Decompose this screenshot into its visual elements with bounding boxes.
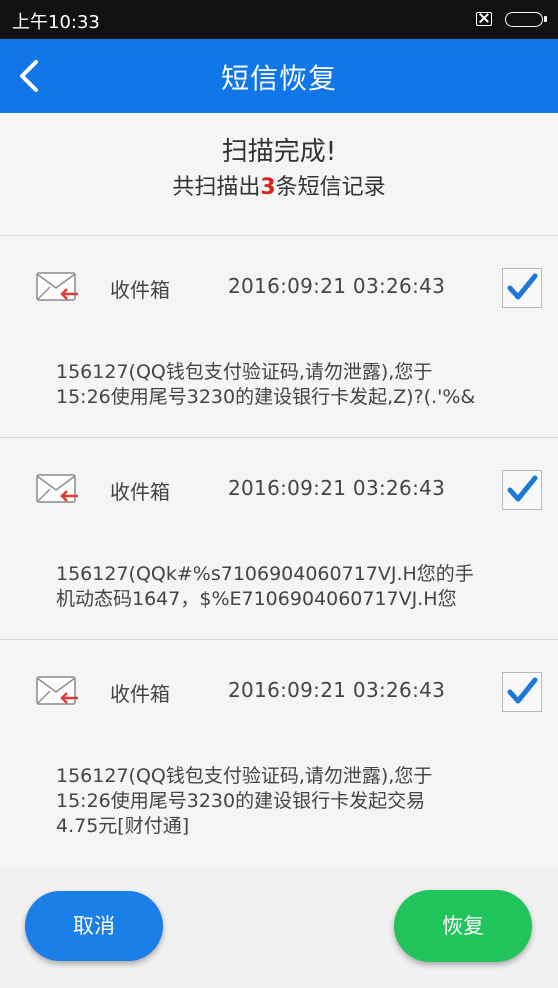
message-item[interactable]: 收件箱 2016:09:21 03:26:43 156127(QQ钱包支付验证码… bbox=[0, 236, 558, 438]
message-body: 156127(QQ钱包支付验证码,请勿泄露),您于 15:26使用尾号3230的… bbox=[56, 360, 526, 410]
message-body-line: 156127(QQ钱包支付验证码,请勿泄露),您于 bbox=[56, 765, 433, 787]
checkmark-icon bbox=[507, 273, 538, 300]
message-checkbox[interactable] bbox=[502, 672, 542, 712]
message-time: 2016:09:21 03:26:43 bbox=[228, 678, 446, 702]
message-folder: 收件箱 bbox=[110, 480, 170, 504]
message-body-line: 156127(QQk#%s7106904060717VJ.H您的手 bbox=[56, 563, 474, 585]
message-folder: 收件箱 bbox=[110, 278, 170, 302]
message-checkbox[interactable] bbox=[502, 268, 542, 308]
count-prefix: 共扫描出 bbox=[172, 175, 261, 200]
message-count: 3 bbox=[260, 175, 276, 200]
scan-complete-title: 扫描完成! bbox=[221, 137, 337, 167]
message-body: 156127(QQ钱包支付验证码,请勿泄露),您于 15:26使用尾号3230的… bbox=[56, 764, 526, 839]
message-body-line: 机动态码1647，$%E7106904060717VJ.H您 bbox=[56, 588, 457, 610]
message-item[interactable]: 收件箱 2016:09:21 03:26:43 156127(QQk#%s710… bbox=[0, 438, 558, 640]
checkmark-icon bbox=[507, 677, 538, 704]
message-time: 2016:09:21 03:26:43 bbox=[228, 476, 446, 500]
message-time: 2016:09:21 03:26:43 bbox=[228, 274, 446, 298]
message-folder: 收件箱 bbox=[110, 682, 170, 706]
count-suffix: 条短信记录 bbox=[275, 175, 386, 200]
status-time: 上午10:33 bbox=[12, 12, 100, 33]
inbox-mail-icon bbox=[36, 272, 78, 301]
message-body-line: 15:26使用尾号3230的建设银行卡发起交易 bbox=[56, 790, 426, 812]
message-list: 收件箱 2016:09:21 03:26:43 156127(QQ钱包支付验证码… bbox=[0, 236, 558, 868]
inbox-mail-icon bbox=[36, 474, 78, 503]
page-title: 短信恢复 bbox=[220, 62, 337, 95]
cancel-button[interactable]: 取消 bbox=[25, 891, 163, 961]
scan-summary: 扫描完成! 共扫描出3条短信记录 bbox=[0, 113, 558, 236]
battery-icon bbox=[505, 12, 547, 27]
message-body-line: 4.75元[财付通] bbox=[56, 815, 190, 837]
no-sim-icon bbox=[476, 12, 492, 26]
nav-bar: 短信恢复 bbox=[0, 39, 558, 113]
message-body-line: 15:26使用尾号3230的建设银行卡发起,Z)?(.'%& bbox=[56, 386, 476, 408]
message-checkbox[interactable] bbox=[502, 470, 542, 510]
message-item[interactable]: 收件箱 2016:09:21 03:26:43 156127(QQ钱包支付验证码… bbox=[0, 640, 558, 868]
status-bar: 上午10:33 bbox=[0, 0, 558, 39]
checkmark-icon bbox=[507, 475, 538, 502]
inbox-mail-icon bbox=[36, 676, 78, 705]
message-body-line: 156127(QQ钱包支付验证码,请勿泄露),您于 bbox=[56, 361, 433, 383]
bottom-action-bar: 取消 恢复 bbox=[0, 866, 558, 988]
scan-count-line: 共扫描出3条短信记录 bbox=[0, 169, 558, 201]
message-body: 156127(QQk#%s7106904060717VJ.H您的手 机动态码16… bbox=[56, 562, 526, 612]
restore-button[interactable]: 恢复 bbox=[394, 890, 532, 962]
